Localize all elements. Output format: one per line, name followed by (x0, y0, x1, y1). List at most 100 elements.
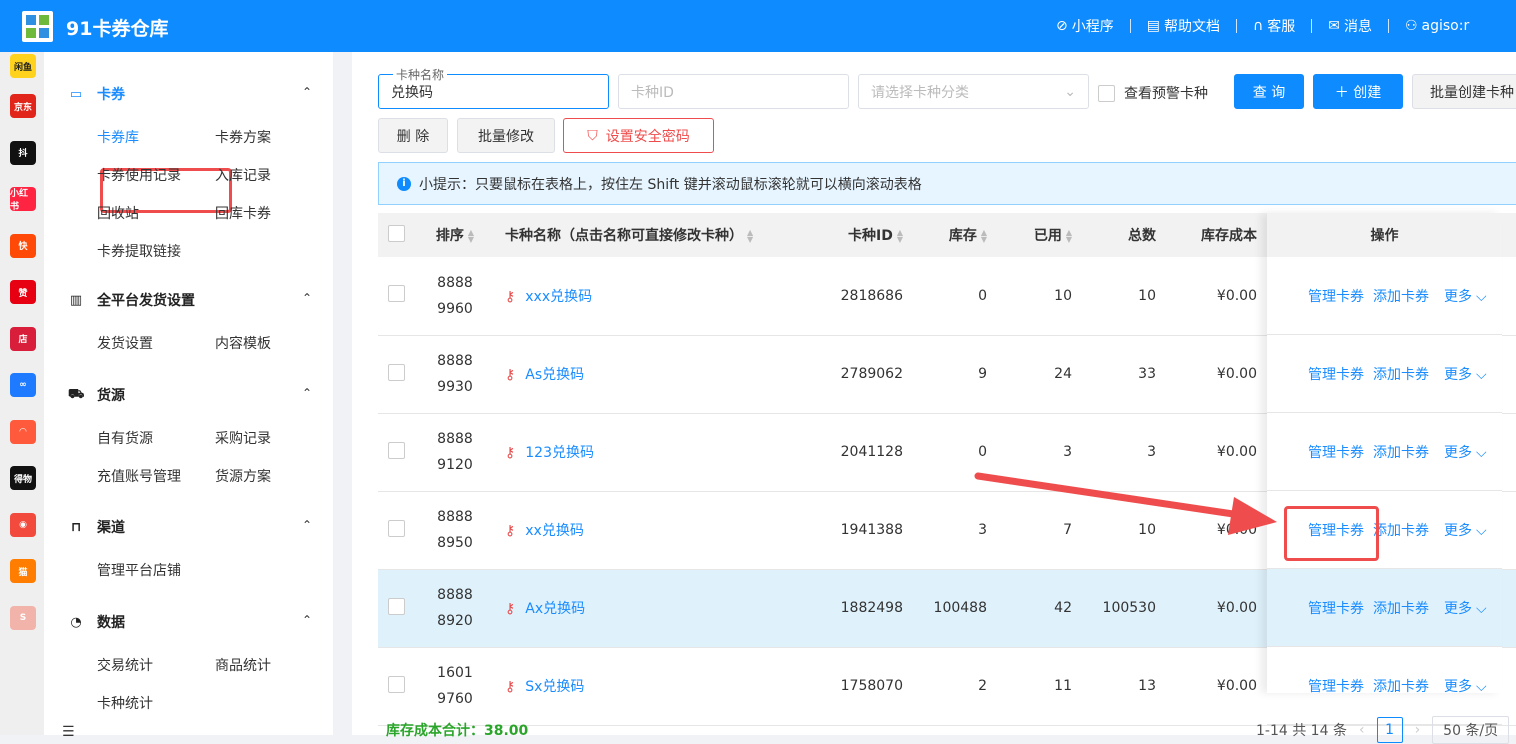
chevron-up-icon[interactable]: ⌃ (302, 518, 312, 532)
platform-app-icon[interactable]: ◉ (10, 512, 36, 537)
sidebar-item[interactable]: 交易统计 (97, 655, 153, 675)
collapse-menu-icon[interactable]: ☰ (62, 724, 75, 740)
sidebar-item[interactable]: 商品统计 (215, 655, 271, 675)
chevron-up-icon[interactable]: ⌃ (302, 613, 312, 627)
chevron-up-icon[interactable]: ⌃ (302, 291, 312, 305)
column-header[interactable]: 库存 ▲ ▼ (913, 213, 997, 257)
platform-app-icon[interactable]: 快 (10, 233, 36, 258)
sort-icon[interactable]: ▲ ▼ (1066, 229, 1072, 244)
sidebar-item[interactable]: 采购记录 (215, 428, 271, 448)
card-name-input[interactable]: 卡种名称 兑换码 (378, 66, 609, 109)
page-size-select[interactable]: 50 条/页 (1432, 716, 1510, 744)
sort-icon[interactable]: ▲ ▼ (897, 229, 903, 244)
nav-mini-program[interactable]: ⊘ 小程序 (1056, 16, 1114, 36)
more-dropdown[interactable]: 更多 ⌵ (1444, 364, 1487, 384)
batch-edit-button[interactable]: 批量修改 (457, 118, 555, 153)
sidebar-item[interactable]: 卡券提取链接 (97, 241, 181, 261)
row-checkbox[interactable] (378, 491, 415, 570)
manage-cards-link[interactable]: 管理卡券 (1308, 676, 1364, 696)
category-select[interactable]: 请选择卡种分类 ⌄ (858, 74, 1089, 109)
platform-app-icon[interactable]: 抖 (10, 140, 36, 165)
sidebar-item[interactable]: 卡券库 (97, 127, 139, 147)
sidebar-item[interactable]: 内容模板 (215, 333, 271, 353)
sidebar-item[interactable]: 货源方案 (215, 466, 271, 486)
add-cards-link[interactable]: 添加卡券 (1373, 364, 1429, 384)
sidebar-item[interactable]: 卡种统计 (97, 693, 153, 713)
platform-app-icon[interactable]: 京东 (10, 94, 36, 118)
next-page-icon[interactable]: › (1415, 722, 1421, 738)
sidebar-item[interactable]: 卡券方案 (215, 127, 271, 147)
card-type-name-link[interactable]: As兑换码 (525, 367, 584, 383)
nav-user[interactable]: ⚇ agiso:r (1405, 18, 1469, 34)
cell-name[interactable]: ⚷ xxx兑换码 (495, 257, 830, 336)
column-header[interactable]: 已用 ▲ ▼ (997, 213, 1082, 257)
more-dropdown[interactable]: 更多 ⌵ (1444, 676, 1487, 696)
platform-app-icon[interactable]: 赞 (10, 280, 36, 304)
sidebar-item[interactable]: 卡券使用记录 (97, 165, 181, 185)
query-button[interactable]: 查 询 (1234, 74, 1304, 109)
cell-name[interactable]: ⚷ As兑换码 (495, 335, 830, 414)
platform-app-icon[interactable]: 猫 (10, 559, 36, 583)
sidebar-group-4[interactable]: ◔ 数据 (68, 612, 125, 632)
add-cards-link[interactable]: 添加卡券 (1373, 442, 1429, 462)
row-checkbox[interactable] (378, 335, 415, 414)
platform-app-icon[interactable]: 闲鱼 (10, 54, 36, 78)
column-header[interactable]: 库存成本 (1166, 213, 1267, 257)
card-type-name-link[interactable]: xx兑换码 (525, 523, 584, 539)
more-dropdown[interactable]: 更多 ⌵ (1444, 442, 1487, 462)
batch-create-button[interactable]: 批量创建卡种 (1412, 74, 1516, 109)
set-security-password-button[interactable]: ⛉ 设置安全密码 (563, 118, 714, 153)
select-all-checkbox[interactable] (378, 213, 415, 257)
page-1[interactable]: 1 (1376, 717, 1403, 743)
prev-page-icon[interactable]: ‹ (1359, 722, 1365, 738)
sidebar-item[interactable]: 管理平台店铺 (97, 560, 181, 580)
cell-name[interactable]: ⚷ 123兑换码 (495, 413, 830, 492)
cell-name[interactable]: ⚷ Ax兑换码 (495, 569, 830, 648)
platform-app-icon[interactable]: 小红书 (10, 187, 36, 212)
cell-name[interactable]: ⚷ xx兑换码 (495, 491, 830, 570)
sort-icon[interactable]: ▲ ▼ (468, 229, 474, 244)
cell-name[interactable]: ⚷ Sx兑换码 (495, 647, 830, 726)
card-id-input[interactable]: 卡种ID (618, 74, 849, 109)
sort-icon[interactable]: ▲ ▼ (981, 229, 987, 244)
manage-cards-link[interactable]: 管理卡券 (1308, 286, 1364, 306)
manage-cards-link[interactable]: 管理卡券 (1308, 364, 1364, 384)
card-type-name-link[interactable]: Ax兑换码 (525, 601, 585, 617)
more-dropdown[interactable]: 更多 ⌵ (1444, 598, 1487, 618)
add-cards-link[interactable]: 添加卡券 (1373, 676, 1429, 696)
column-header[interactable]: 卡种名称（点击名称可直接修改卡种） ▲ ▼ (495, 213, 830, 257)
sidebar-group-3[interactable]: ⊓ 渠道 (68, 517, 125, 537)
sidebar-item[interactable]: 回收站 (97, 203, 139, 223)
sidebar-item[interactable]: 充值账号管理 (97, 466, 181, 486)
column-header[interactable]: 卡种ID ▲ ▼ (830, 213, 913, 257)
column-header[interactable]: 排序 ▲ ▼ (415, 213, 495, 257)
sidebar-group-2[interactable]: ⛟ 货源 (68, 385, 125, 405)
platform-app-icon[interactable]: 店 (10, 326, 36, 351)
nav-headset[interactable]: ∩ 客服 (1253, 16, 1295, 36)
sidebar-group-0[interactable]: ▭ 卡券 (68, 84, 125, 104)
row-checkbox[interactable] (378, 647, 415, 726)
manage-cards-link[interactable]: 管理卡券 (1308, 598, 1364, 618)
sidebar-item[interactable]: 发货设置 (97, 333, 153, 353)
sort-icon[interactable]: ▲ ▼ (747, 229, 753, 244)
add-cards-link[interactable]: 添加卡券 (1373, 598, 1429, 618)
chevron-up-icon[interactable]: ⌃ (302, 85, 312, 99)
platform-app-icon[interactable]: 得物 (10, 466, 36, 490)
card-type-name-link[interactable]: Sx兑换码 (525, 679, 584, 695)
platform-app-icon[interactable]: ∞ (10, 373, 36, 397)
chevron-up-icon[interactable]: ⌃ (302, 386, 312, 400)
card-type-name-link[interactable]: xxx兑换码 (525, 289, 592, 305)
add-cards-link[interactable]: 添加卡券 (1373, 520, 1429, 540)
platform-app-icon[interactable]: S (10, 605, 36, 630)
column-header[interactable]: 总数 (1082, 213, 1166, 257)
sidebar-item[interactable]: 回库卡券 (215, 203, 271, 223)
sidebar-item[interactable]: 自有货源 (97, 428, 153, 448)
warning-checkbox[interactable]: 查看预警卡种 (1098, 83, 1208, 103)
more-dropdown[interactable]: 更多 ⌵ (1444, 286, 1487, 306)
row-checkbox[interactable] (378, 257, 415, 336)
manage-cards-link[interactable]: 管理卡券 (1308, 442, 1364, 462)
sidebar-item[interactable]: 入库记录 (215, 165, 271, 185)
more-dropdown[interactable]: 更多 ⌵ (1444, 520, 1487, 540)
card-type-name-link[interactable]: 123兑换码 (525, 445, 594, 461)
row-checkbox[interactable] (378, 569, 415, 648)
